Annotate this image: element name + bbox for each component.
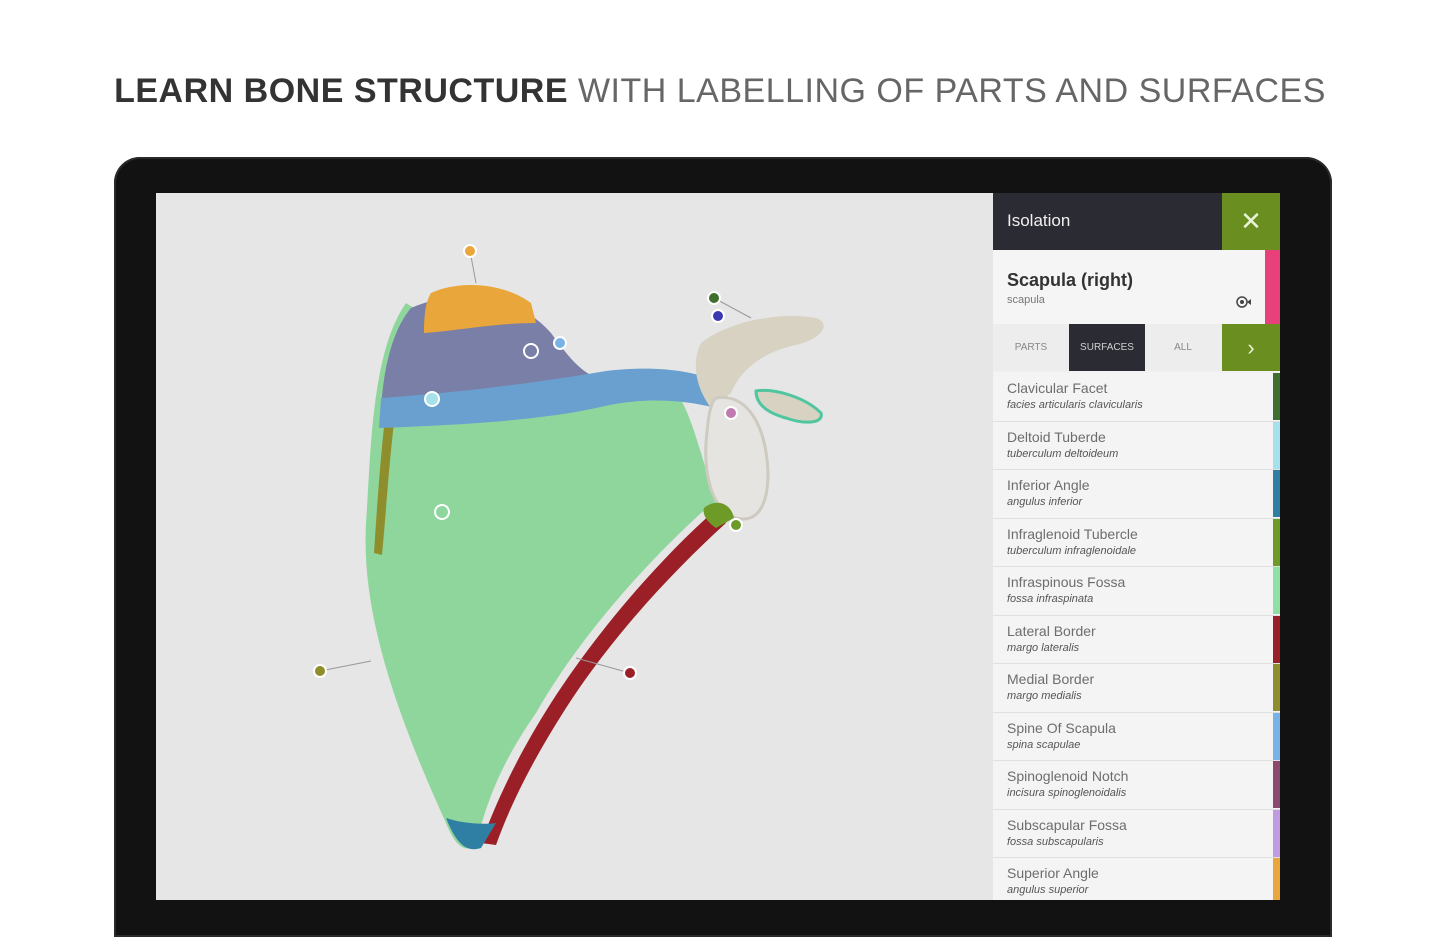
surface-color-swatch bbox=[1273, 809, 1280, 857]
surface-name: Inferior Angle bbox=[1007, 477, 1090, 493]
surface-name: Lateral Border bbox=[1007, 622, 1096, 639]
bone-latin-name: scapula bbox=[1007, 294, 1045, 306]
surface-color-swatch bbox=[1273, 470, 1280, 517]
panel-header: Isolation ✕ bbox=[993, 193, 1280, 250]
list-item[interactable]: Medial Border margo medialis bbox=[993, 664, 1280, 713]
surface-latin-name: incisura spinoglenoidalis bbox=[1007, 787, 1127, 799]
subscapular-marker bbox=[724, 406, 738, 420]
close-icon: ✕ bbox=[1240, 206, 1262, 236]
tab-bar: PARTS SURFACES ALL › bbox=[993, 324, 1280, 371]
close-button[interactable]: ✕ bbox=[1222, 193, 1280, 250]
eye-icon[interactable] bbox=[1235, 294, 1251, 310]
chevron-right-icon: › bbox=[1247, 334, 1255, 360]
tab-parts[interactable]: PARTS bbox=[993, 324, 1069, 371]
tab-all[interactable]: ALL bbox=[1145, 324, 1221, 371]
surface-name: Spine Of Scapula bbox=[1007, 719, 1116, 736]
scapula-3d-model[interactable] bbox=[156, 193, 994, 900]
surface-name: Subscapular Fossa bbox=[1007, 816, 1127, 833]
3d-viewer[interactable] bbox=[156, 193, 994, 900]
surface-latin-name: margo medialis bbox=[1007, 690, 1082, 702]
surface-color-swatch bbox=[1273, 421, 1280, 469]
surface-color-swatch bbox=[1273, 712, 1280, 760]
surface-latin-name: angulus superior bbox=[1007, 884, 1089, 896]
page-headline: LEARN BONE STRUCTURE WITH LABELLING OF P… bbox=[0, 72, 1440, 111]
surface-name: Infraglenoid Tubercle bbox=[1007, 525, 1138, 542]
app-screen: Isolation ✕ Scapula (right) scapula PART… bbox=[156, 193, 1280, 900]
list-item[interactable]: Infraglenoid Tubercle tuberculum infragle… bbox=[993, 518, 1280, 567]
infraspinous-marker bbox=[434, 504, 450, 520]
surface-list: Clavicular Facet facies articularis clavi… bbox=[993, 373, 1280, 900]
surface-latin-name: margo lateralis bbox=[1007, 641, 1080, 654]
surface-color-swatch bbox=[1273, 567, 1280, 614]
list-item[interactable]: Superior Angle angulus superior bbox=[993, 858, 1280, 900]
surface-latin-name: fossa subscapularis bbox=[1007, 835, 1104, 848]
list-item[interactable]: Inferior Angle angulus inferior bbox=[993, 470, 1280, 519]
list-item[interactable]: Subscapular Fossa fossa subscapularis bbox=[993, 809, 1280, 858]
spine-marker bbox=[553, 336, 567, 350]
tab-surfaces[interactable]: SURFACES bbox=[1069, 324, 1145, 371]
surface-latin-name: facies articularis clavicularis bbox=[1007, 399, 1143, 411]
surface-latin-name: tuberculum infraglenoidale bbox=[1007, 544, 1137, 557]
surface-latin-name: fossa infraspinata bbox=[1007, 593, 1094, 605]
surface-name: Medial Border bbox=[1007, 671, 1095, 687]
surface-color-swatch bbox=[1273, 518, 1280, 566]
list-item[interactable]: Deltoid Tuberde tuberculum deltoideum bbox=[993, 421, 1280, 470]
list-item[interactable]: Spinoglenoid Notch incisura spinoglenoida… bbox=[993, 761, 1280, 810]
deltoid-tubercle-marker bbox=[424, 391, 440, 407]
surface-color-swatch bbox=[1273, 761, 1280, 808]
surface-color-swatch bbox=[1273, 615, 1280, 663]
panel-title: Isolation bbox=[1007, 211, 1071, 230]
surface-latin-name: angulus inferior bbox=[1007, 496, 1083, 508]
clavicular-facet-marker bbox=[707, 291, 721, 305]
headline-bold: LEARN BONE STRUCTURE bbox=[114, 72, 569, 110]
lateral-border-marker bbox=[623, 666, 637, 680]
surface-latin-name: spina scapulae bbox=[1007, 738, 1081, 751]
list-item[interactable]: Infraspinous Fossa fossa infraspinata bbox=[993, 567, 1280, 616]
surface-color-swatch bbox=[1273, 373, 1280, 420]
spinoglenoid-marker bbox=[711, 309, 725, 323]
list-item[interactable]: Lateral Border margo lateralis bbox=[993, 615, 1280, 664]
surface-name: Infraspinous Fossa bbox=[1007, 574, 1126, 590]
isolation-panel: Isolation ✕ Scapula (right) scapula PART… bbox=[993, 193, 1280, 900]
medial-border-marker bbox=[313, 664, 327, 678]
superior-angle-marker bbox=[463, 244, 477, 258]
surface-name: Superior Angle bbox=[1007, 865, 1099, 881]
list-item[interactable]: Clavicular Facet facies articularis clavi… bbox=[993, 373, 1280, 422]
bone-card[interactable]: Scapula (right) scapula bbox=[993, 250, 1265, 324]
surface-name: Spinoglenoid Notch bbox=[1007, 768, 1129, 784]
bone-name: Scapula (right) bbox=[1007, 270, 1134, 290]
surface-name: Deltoid Tuberde bbox=[1007, 428, 1106, 445]
next-button[interactable]: › bbox=[1222, 324, 1280, 371]
surface-color-swatch bbox=[1273, 664, 1280, 711]
coracoid-process bbox=[754, 388, 823, 424]
list-item[interactable]: Spine Of Scapula spina scapulae bbox=[993, 712, 1280, 761]
surface-color-swatch bbox=[1273, 858, 1280, 900]
infraglenoid-marker bbox=[729, 518, 743, 532]
bone-color-accent bbox=[1265, 250, 1280, 324]
surface-latin-name: tuberculum deltoideum bbox=[1007, 447, 1119, 460]
surface-name: Clavicular Facet bbox=[1007, 380, 1108, 396]
headline-light: WITH LABELLING OF PARTS AND SURFACES bbox=[568, 72, 1326, 110]
